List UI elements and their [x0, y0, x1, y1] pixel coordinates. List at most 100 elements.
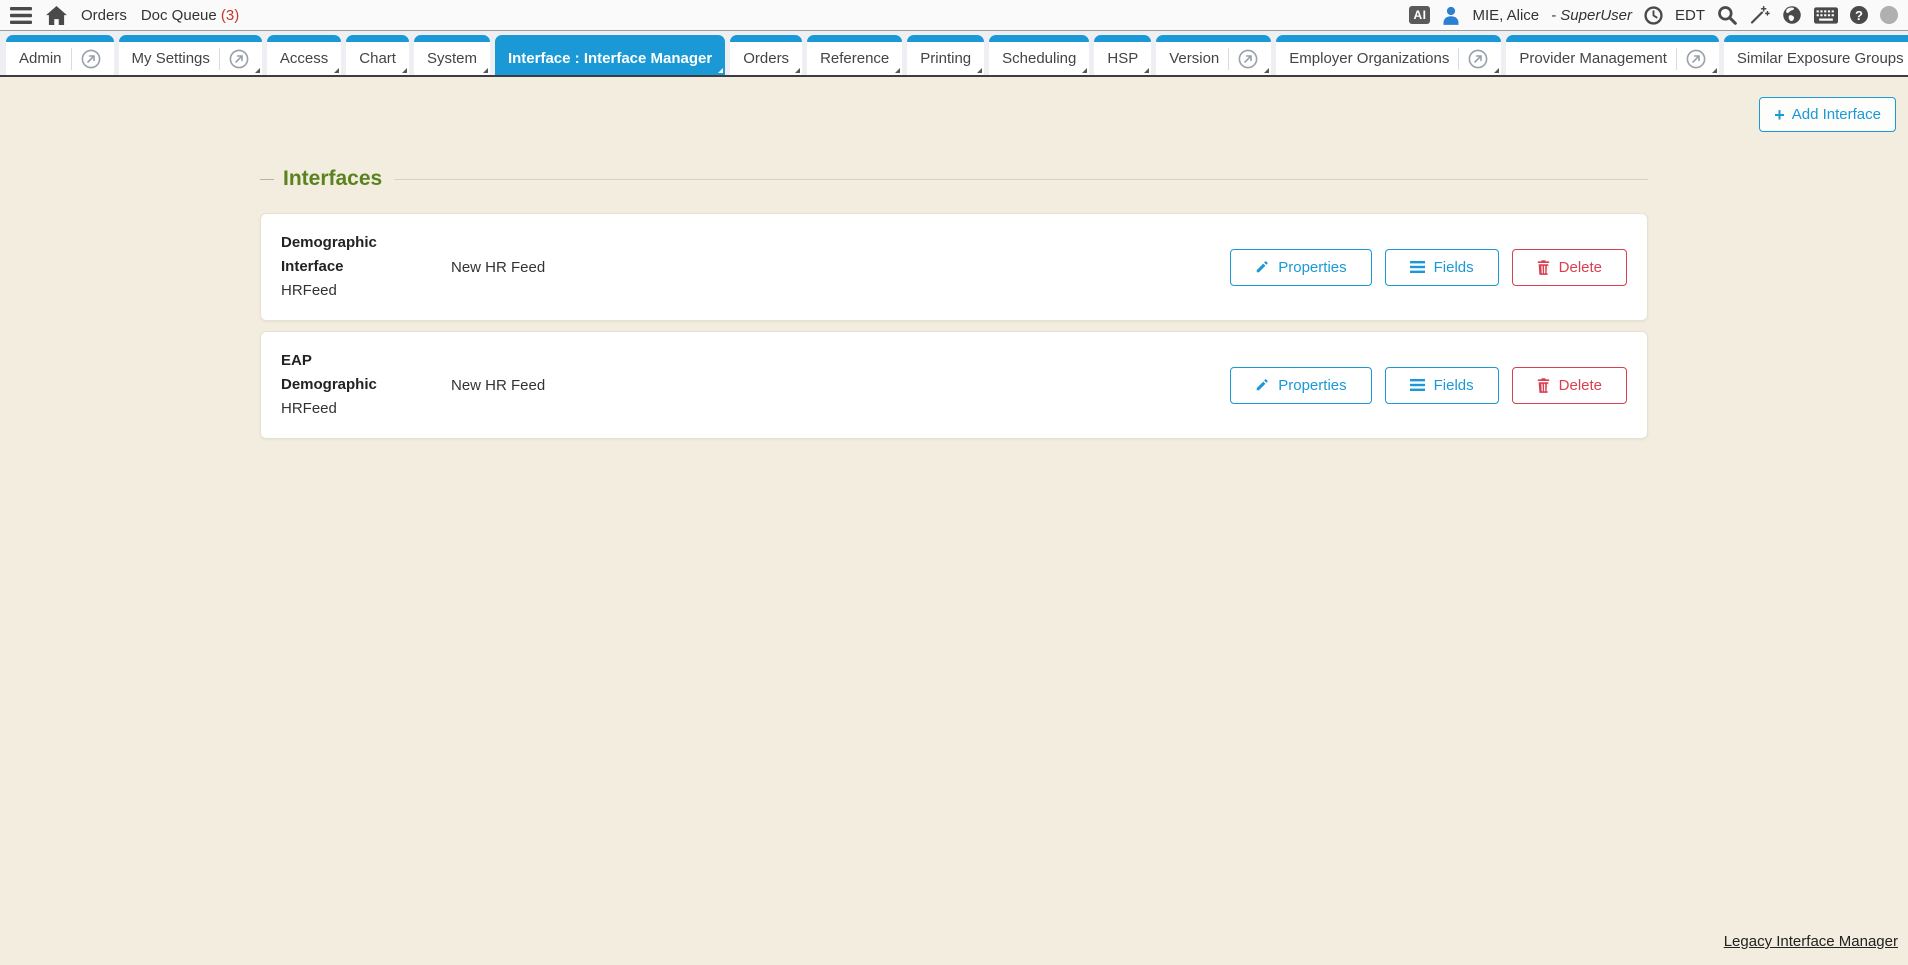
- interface-description: New HR Feed: [451, 259, 1230, 276]
- delete-button-label: Delete: [1559, 377, 1602, 394]
- tab-corner-indicator: [1082, 68, 1087, 73]
- topbar-left: Orders Doc Queue (3): [10, 6, 239, 25]
- clock-icon[interactable]: [1644, 6, 1663, 25]
- tab-corner-indicator: [1144, 68, 1149, 73]
- delete-button[interactable]: Delete: [1512, 249, 1627, 286]
- trash-icon: [1537, 260, 1550, 275]
- tab-divider: [219, 48, 220, 70]
- hamburger-menu-icon[interactable]: [10, 7, 32, 24]
- tab-orders[interactable]: Orders: [730, 35, 802, 75]
- tab-similar-exposure-groups-segs[interactable]: Similar Exposure Groups (SEGs): [1724, 35, 1908, 75]
- row-actions: Properties Fields Delete: [1230, 249, 1627, 286]
- tab-corner-indicator: [895, 68, 900, 73]
- tab-access[interactable]: Access: [267, 35, 341, 75]
- fields-button-label: Fields: [1434, 259, 1474, 276]
- interface-identity: Demographic InterfaceHRFeed: [281, 231, 411, 303]
- help-icon[interactable]: ?: [1850, 6, 1868, 24]
- tab-scheduling[interactable]: Scheduling: [989, 35, 1089, 75]
- tab-label: HSP: [1107, 50, 1138, 67]
- tab-divider: [1676, 48, 1677, 70]
- tab-label: My Settings: [132, 50, 210, 67]
- tab-corner-indicator: [1494, 68, 1499, 73]
- tab-label: System: [427, 50, 477, 67]
- interface-row: Demographic InterfaceHRFeedNew HR FeedPr…: [260, 213, 1648, 321]
- external-link-icon[interactable]: [1468, 49, 1488, 69]
- main-content: + Add Interface Interfaces Demographic I…: [0, 77, 1908, 962]
- tab-bar: Admin My Settings Access Chart System Interfa…: [0, 31, 1908, 77]
- tab-corner-indicator: [1264, 68, 1269, 73]
- user-name[interactable]: MIE, Alice: [1472, 7, 1539, 24]
- ai-badge[interactable]: AI: [1409, 6, 1430, 24]
- section-title: Interfaces: [283, 167, 382, 191]
- external-link-icon[interactable]: [81, 49, 101, 69]
- orders-link[interactable]: Orders: [81, 7, 127, 24]
- tab-label: Similar Exposure Groups (SEGs): [1737, 50, 1908, 67]
- tab-corner-indicator: [255, 68, 260, 73]
- tab-provider-management[interactable]: Provider Management: [1506, 35, 1719, 75]
- interface-name: Demographic Interface: [281, 231, 411, 279]
- home-icon[interactable]: [46, 6, 67, 25]
- fields-button[interactable]: Fields: [1385, 249, 1499, 286]
- interfaces-section: Interfaces Demographic InterfaceHRFeedNe…: [260, 77, 1648, 439]
- external-link-icon[interactable]: [1238, 49, 1258, 69]
- delete-button-label: Delete: [1559, 259, 1602, 276]
- tab-admin[interactable]: Admin: [6, 35, 114, 75]
- tab-printing[interactable]: Printing: [907, 35, 984, 75]
- tab-label: Admin: [19, 50, 62, 67]
- legacy-interface-manager-link[interactable]: Legacy Interface Manager: [1724, 933, 1898, 950]
- topbar-right: AI MIE, Alice - SuperUser EDT ?: [1409, 5, 1898, 25]
- tab-label: Employer Organizations: [1289, 50, 1449, 67]
- interface-code: HRFeed: [281, 397, 411, 421]
- globe-icon[interactable]: [1782, 5, 1802, 25]
- tab-my-settings[interactable]: My Settings: [119, 35, 262, 75]
- tab-interface-interface-manager[interactable]: Interface : Interface Manager: [495, 35, 725, 75]
- timezone-label[interactable]: EDT: [1675, 7, 1705, 24]
- properties-button-label: Properties: [1278, 259, 1346, 276]
- interface-identity: EAP DemographicHRFeed: [281, 349, 411, 421]
- tab-corner-indicator: [795, 68, 800, 73]
- properties-button[interactable]: Properties: [1230, 249, 1371, 286]
- tab-label: Provider Management: [1519, 50, 1667, 67]
- tab-version[interactable]: Version: [1156, 35, 1271, 75]
- add-interface-label: Add Interface: [1792, 106, 1881, 123]
- search-icon[interactable]: [1717, 5, 1737, 25]
- doc-queue-link[interactable]: Doc Queue (3): [141, 7, 239, 24]
- tab-hsp[interactable]: HSP: [1094, 35, 1151, 75]
- list-icon: [1410, 379, 1425, 391]
- add-interface-button[interactable]: + Add Interface: [1759, 97, 1896, 132]
- tab-label: Interface : Interface Manager: [508, 50, 712, 67]
- legend-dash: [260, 179, 274, 180]
- fields-button[interactable]: Fields: [1385, 367, 1499, 404]
- tab-label: Printing: [920, 50, 971, 67]
- doc-queue-label: Doc Queue: [141, 7, 217, 24]
- trash-icon: [1537, 378, 1550, 393]
- tab-system[interactable]: System: [414, 35, 490, 75]
- interface-row: EAP DemographicHRFeedNew HR FeedProperti…: [260, 331, 1648, 439]
- interface-list: Demographic InterfaceHRFeedNew HR FeedPr…: [260, 213, 1648, 439]
- tab-reference[interactable]: Reference: [807, 35, 902, 75]
- external-link-icon[interactable]: [1686, 49, 1706, 69]
- delete-button[interactable]: Delete: [1512, 367, 1627, 404]
- tab-corner-indicator: [334, 68, 339, 73]
- external-link-icon[interactable]: [229, 49, 249, 69]
- tab-employer-organizations[interactable]: Employer Organizations: [1276, 35, 1501, 75]
- section-header: Interfaces: [260, 167, 1648, 191]
- legend-rule: [394, 179, 1648, 180]
- fields-button-label: Fields: [1434, 377, 1474, 394]
- wand-icon[interactable]: [1749, 5, 1770, 25]
- list-icon: [1410, 261, 1425, 273]
- doc-queue-count: (3): [221, 7, 239, 24]
- tab-label: Chart: [359, 50, 396, 67]
- properties-button-label: Properties: [1278, 377, 1346, 394]
- tab-label: Orders: [743, 50, 789, 67]
- topbar: Orders Doc Queue (3) AI MIE, Alice - Sup…: [0, 0, 1908, 31]
- user-role: - SuperUser: [1551, 7, 1632, 24]
- tab-chart[interactable]: Chart: [346, 35, 409, 75]
- tab-corner-indicator: [402, 68, 407, 73]
- interface-name: EAP Demographic: [281, 349, 411, 397]
- keyboard-icon[interactable]: [1814, 7, 1838, 24]
- properties-button[interactable]: Properties: [1230, 367, 1371, 404]
- plus-icon: +: [1774, 108, 1785, 122]
- user-icon: [1442, 6, 1460, 25]
- tab-corner-indicator: [483, 68, 488, 73]
